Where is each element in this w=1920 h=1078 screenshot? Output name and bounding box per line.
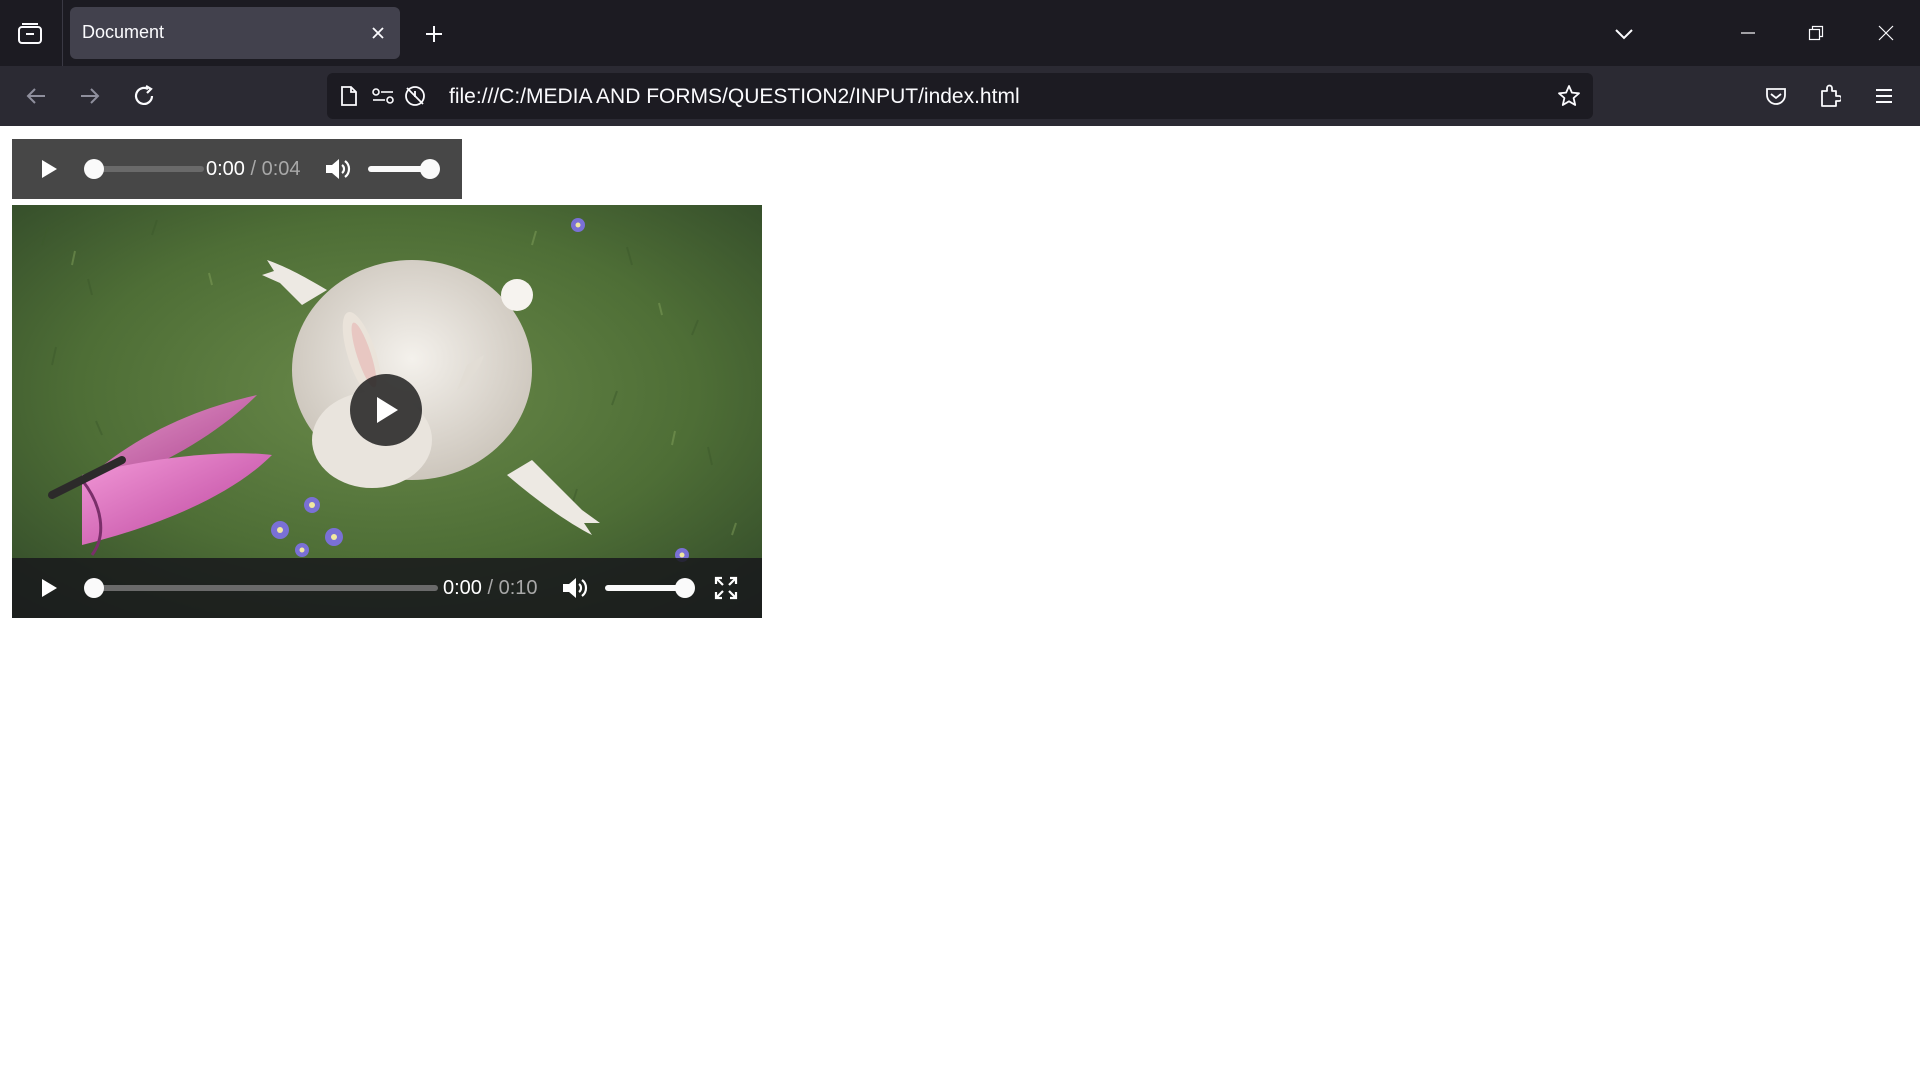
restore-icon <box>1808 25 1824 41</box>
video-volume-thumb[interactable] <box>675 578 695 598</box>
firefox-view-icon <box>18 23 42 44</box>
audio-seek-bar[interactable] <box>94 166 204 172</box>
play-icon <box>377 397 398 423</box>
tab-title: Document <box>82 22 165 42</box>
audio-volume-thumb[interactable] <box>420 159 440 179</box>
forward-button[interactable] <box>70 76 110 116</box>
titlebar-divider <box>62 0 63 66</box>
video-current-time: 0:00 <box>443 577 482 599</box>
restore-button[interactable] <box>1782 0 1850 66</box>
new-tab-button[interactable] <box>414 14 454 54</box>
extensions-button[interactable] <box>1810 76 1850 116</box>
arrow-right-icon <box>81 88 100 104</box>
bookmark-button[interactable] <box>1553 80 1585 112</box>
audio-mute-button[interactable] <box>318 149 358 189</box>
video-time-display: 0:00 / 0:10 <box>443 577 538 600</box>
audio-time-display: 0:00 / 0:04 <box>206 158 301 181</box>
firefox-view-button[interactable] <box>10 14 50 54</box>
tab-close-button[interactable] <box>364 19 392 47</box>
list-all-tabs-button[interactable] <box>1604 14 1644 54</box>
chevron-down-icon <box>1615 29 1633 40</box>
minimize-button[interactable] <box>1714 0 1782 66</box>
pocket-button[interactable] <box>1756 76 1796 116</box>
back-button[interactable] <box>16 76 56 116</box>
hamburger-menu-icon <box>1876 89 1892 103</box>
tracking-protection-button[interactable] <box>401 82 429 110</box>
close-icon <box>372 27 384 39</box>
tab-document[interactable]: Document <box>70 7 400 59</box>
video-mute-button[interactable] <box>555 568 595 608</box>
pocket-icon <box>1766 88 1786 105</box>
close-icon <box>1878 25 1894 41</box>
video-controls: 0:00 / 0:10 <box>12 558 762 618</box>
url-text[interactable]: file:///C:/MEDIA AND FORMS/QUESTION2/INP… <box>449 85 1020 109</box>
reload-icon <box>134 85 154 105</box>
star-icon <box>1558 85 1580 106</box>
reload-button[interactable] <box>124 76 164 116</box>
audio-current-time: 0:00 <box>206 158 245 180</box>
audio-duration: / 0:04 <box>250 158 301 180</box>
volume-icon <box>326 159 351 179</box>
close-window-button[interactable] <box>1852 0 1920 66</box>
audio-seek-thumb[interactable] <box>84 159 104 179</box>
tracking-protection-off-icon <box>405 86 425 106</box>
document-icon <box>341 86 357 106</box>
minimize-icon <box>1741 32 1755 34</box>
app-menu-button[interactable] <box>1864 76 1904 116</box>
permissions-button[interactable] <box>369 82 397 110</box>
video-seek-thumb[interactable] <box>84 578 104 598</box>
arrow-left-icon <box>26 88 45 104</box>
page-icon[interactable] <box>335 82 363 110</box>
audio-play-button[interactable] <box>29 149 69 189</box>
volume-icon <box>563 578 588 598</box>
play-icon <box>42 160 57 178</box>
fullscreen-icon <box>714 576 738 600</box>
audio-player: 0:00 / 0:04 <box>12 139 462 199</box>
video-fullscreen-button[interactable] <box>706 568 746 608</box>
play-icon <box>42 579 57 597</box>
video-seek-bar[interactable] <box>94 585 438 591</box>
plus-icon <box>426 26 442 42</box>
permissions-icon <box>372 88 394 104</box>
video-player[interactable]: 0:00 / 0:10 <box>12 205 762 618</box>
url-bar[interactable]: file:///C:/MEDIA AND FORMS/QUESTION2/INP… <box>327 73 1593 119</box>
video-center-play-button[interactable] <box>350 374 422 446</box>
video-play-button[interactable] <box>29 568 69 608</box>
browser-titlebar: Document <box>0 0 1920 66</box>
puzzle-icon <box>1821 84 1841 107</box>
navigation-toolbar: file:///C:/MEDIA AND FORMS/QUESTION2/INP… <box>0 66 1920 126</box>
video-duration: / 0:10 <box>487 577 538 599</box>
